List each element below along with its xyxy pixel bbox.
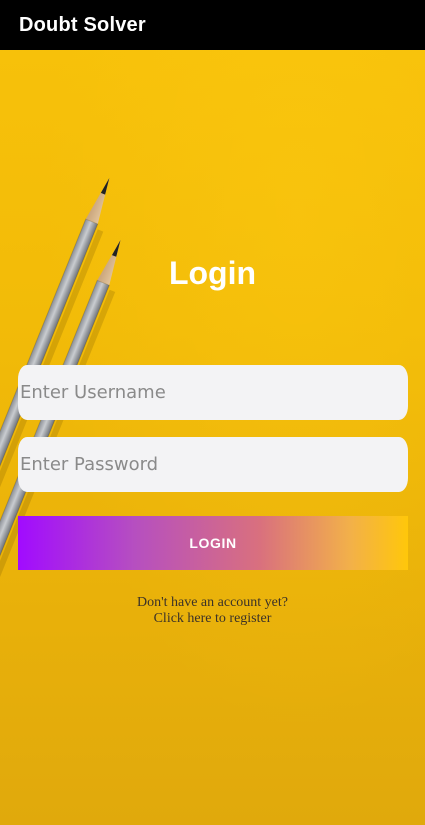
app-title: Doubt Solver bbox=[19, 13, 146, 36]
login-screen: Login LOGIN Don't have an account yet? C… bbox=[0, 50, 425, 825]
register-link[interactable]: Don't have an account yet? Click here to… bbox=[0, 595, 425, 627]
login-heading: Login bbox=[168, 255, 257, 291]
register-prompt-text: Don't have an account yet? bbox=[136, 595, 288, 610]
register-link-text[interactable]: Click here to register bbox=[0, 611, 425, 627]
login-button[interactable]: LOGIN bbox=[18, 516, 408, 570]
username-input[interactable] bbox=[18, 365, 408, 420]
app-bar: Doubt Solver bbox=[0, 0, 425, 50]
password-input[interactable] bbox=[18, 437, 408, 492]
